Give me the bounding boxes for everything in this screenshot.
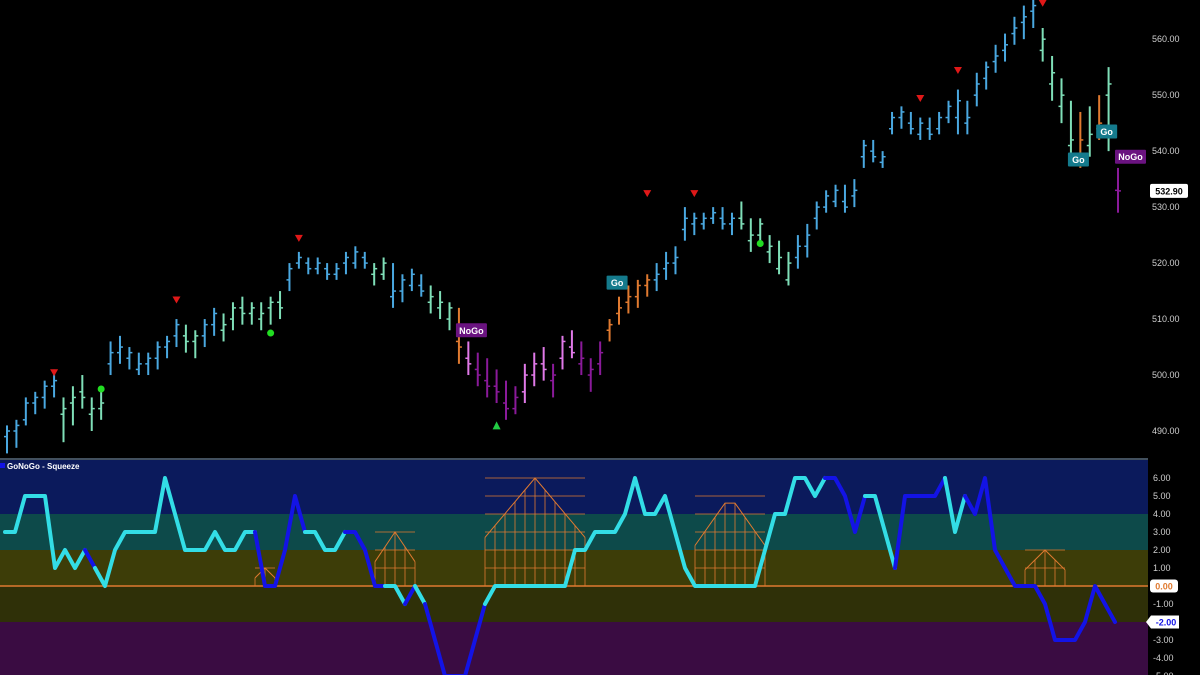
indicator-axis-tick: -1.00 xyxy=(1153,599,1174,609)
indicator-axis-tick: 4.00 xyxy=(1153,509,1171,519)
signal-dot xyxy=(267,329,275,337)
go-tag: Go xyxy=(1096,124,1118,139)
indicator-legend-swatch xyxy=(0,463,5,468)
tag-label: NoGo xyxy=(459,326,484,336)
indicator-band xyxy=(0,586,1148,622)
indicator-axis-tick: -3.00 xyxy=(1153,635,1174,645)
gonogo-chart[interactable]: NoGo Go Go Go NoGo 490.00 500.00 510.00 520.00 5… xyxy=(0,0,1200,675)
indicator-axis-tick: 3.00 xyxy=(1153,527,1171,537)
nogo-tag: NoGo xyxy=(1115,149,1146,164)
indicator-axis-tick: -5.00 xyxy=(1153,671,1174,675)
go-tag: Go xyxy=(606,275,628,290)
price-axis-tick: 520.00 xyxy=(1152,258,1180,268)
indicator-axis-tick: -4.00 xyxy=(1153,653,1174,663)
indicator-band xyxy=(0,622,1148,675)
indicator-panel[interactable] xyxy=(0,460,1148,675)
price-axis-tick: 510.00 xyxy=(1152,314,1180,324)
price-axis-tick: 560.00 xyxy=(1152,34,1180,44)
last-price-label: 532.90 xyxy=(1155,186,1183,196)
signal-dot xyxy=(97,385,105,393)
tag-label: Go xyxy=(1100,127,1113,137)
nogo-tag: NoGo xyxy=(455,323,487,338)
last-value-label: -2.00 xyxy=(1156,618,1177,628)
indicator-axis-tick: 5.00 xyxy=(1153,491,1171,501)
indicator-title: GoNoGo - Squeeze xyxy=(7,462,80,471)
tag-label: NoGo xyxy=(1118,152,1143,162)
price-axis-tick: 540.00 xyxy=(1152,146,1180,156)
zero-badge-label: 0.00 xyxy=(1155,582,1173,592)
price-axis-tick: 530.00 xyxy=(1152,202,1180,212)
indicator-axis-tick: 2.00 xyxy=(1153,545,1171,555)
signal-dot xyxy=(756,239,764,247)
tag-label: Go xyxy=(1072,155,1085,165)
go-tag: Go xyxy=(1067,152,1089,167)
indicator-axis-tick: 1.00 xyxy=(1153,563,1171,573)
price-axis-tick: 550.00 xyxy=(1152,90,1180,100)
tag-label: Go xyxy=(611,278,624,288)
price-axis-tick: 500.00 xyxy=(1152,370,1180,380)
indicator-axis-tick: 6.00 xyxy=(1153,473,1171,483)
price-axis-tick: 490.00 xyxy=(1152,426,1180,436)
